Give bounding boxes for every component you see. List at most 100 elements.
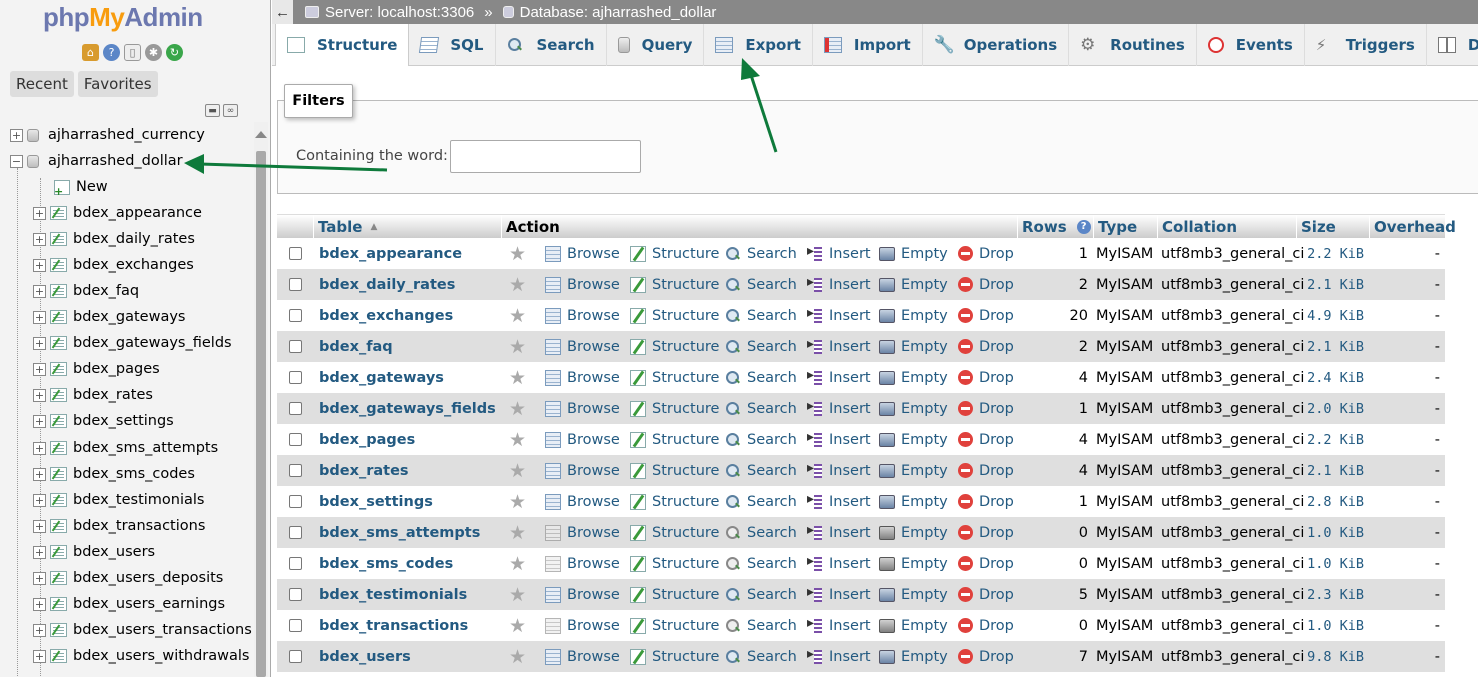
table-size[interactable]: 1.0 KiB [1296,610,1364,641]
search-action[interactable]: Search [725,424,797,455]
tree-table-item[interactable]: + bdex_users [33,539,155,565]
collapse-all-icon[interactable]: ▬ [205,104,220,117]
table-size[interactable]: 2.2 KiB [1296,424,1364,455]
tree-table-label[interactable]: bdex_settings [73,413,174,429]
tree-table-item[interactable]: + bdex_pages [33,356,160,382]
tree-table-item[interactable]: + bdex_sms_attempts [33,435,218,461]
insert-action[interactable]: Insert [807,393,871,424]
structure-action[interactable]: Structure [630,455,719,486]
table-name-link[interactable]: bdex_settings [319,486,433,517]
recent-button[interactable]: Recent [10,71,74,97]
drop-action[interactable]: Drop [958,393,1014,424]
table-name-link[interactable]: bdex_exchanges [319,300,453,331]
table-size[interactable]: 1.0 KiB [1296,517,1364,548]
expand-icon[interactable]: + [33,467,46,481]
breadcrumb-server[interactable]: Server: localhost:3306 [325,4,474,21]
tab-import[interactable]: Import [813,24,923,66]
row-checkbox[interactable] [289,464,302,477]
row-checkbox[interactable] [289,433,302,446]
favorites-button[interactable]: Favorites [77,71,158,97]
tab-structure[interactable]: Structure [275,24,410,66]
gear-icon[interactable]: ✱ [145,44,162,61]
browse-action[interactable]: Browse [545,610,620,641]
tree-table-item[interactable]: + bdex_users_transactions [33,617,252,643]
drop-action[interactable]: Drop [958,362,1014,393]
structure-action[interactable]: Structure [630,610,719,641]
expand-icon[interactable]: + [10,128,23,142]
tree-table-item[interactable]: + bdex_daily_rates [33,226,195,252]
header-type[interactable]: Type [1093,215,1157,239]
structure-action[interactable]: Structure [630,486,719,517]
table-row[interactable]: bdex_rates ★ Browse Structure Search Insert Em… [277,455,1445,486]
table-name-link[interactable]: bdex_gateways_fields [319,393,496,424]
browse-action[interactable]: Browse [545,579,620,610]
tree-table-item[interactable]: + bdex_gateways [33,304,185,330]
tab-query[interactable]: Query [607,24,705,66]
row-checkbox[interactable] [289,309,302,322]
drop-action[interactable]: Drop [958,548,1014,579]
empty-action[interactable]: Empty [879,424,948,455]
favorite-star-icon[interactable]: ★ [509,641,533,672]
row-checkbox[interactable] [289,526,302,539]
tree-table-label[interactable]: bdex_sms_codes [73,466,195,482]
empty-action[interactable]: Empty [879,331,948,362]
structure-action[interactable]: Structure [630,238,719,269]
info-icon[interactable]: ? [103,44,120,61]
expand-icon[interactable]: + [33,310,46,324]
row-checkbox[interactable] [289,278,302,291]
table-row[interactable]: bdex_gateways ★ Browse Structure Search Inser… [277,362,1445,393]
search-action[interactable]: Search [725,331,797,362]
empty-action[interactable]: Empty [879,300,948,331]
tree-table-label[interactable]: bdex_users_withdrawals [73,648,249,664]
empty-action[interactable]: Empty [879,610,948,641]
tab-routines[interactable]: ⚙ Routines [1069,24,1197,66]
favorite-star-icon[interactable]: ★ [509,455,533,486]
browse-action[interactable]: Browse [545,238,620,269]
structure-action[interactable]: Structure [630,424,719,455]
tree-table-item[interactable]: + bdex_appearance [33,200,202,226]
structure-action[interactable]: Structure [630,393,719,424]
expand-icon[interactable]: + [33,336,46,350]
favorite-star-icon[interactable]: ★ [509,517,533,548]
scroll-up-arrow-icon[interactable] [255,131,267,138]
drop-action[interactable]: Drop [958,424,1014,455]
tree-table-label[interactable]: bdex_users_earnings [73,596,225,612]
row-checkbox[interactable] [289,402,302,415]
table-row[interactable]: bdex_settings ★ Browse Structure Search Inser… [277,486,1445,517]
drop-action[interactable]: Drop [958,300,1014,331]
insert-action[interactable]: Insert [807,517,871,548]
empty-action[interactable]: Empty [879,238,948,269]
tree-table-label[interactable]: bdex_exchanges [73,257,194,273]
header-table[interactable]: Table ▲ [313,215,501,239]
favorite-star-icon[interactable]: ★ [509,393,533,424]
table-size[interactable]: 2.0 KiB [1296,393,1364,424]
tree-table-label[interactable]: bdex_faq [73,283,139,299]
row-checkbox[interactable] [289,650,302,663]
tree-db-label[interactable]: ajharrashed_currency [48,127,205,143]
insert-action[interactable]: Insert [807,641,871,672]
insert-action[interactable]: Insert [807,455,871,486]
structure-action[interactable]: Structure [630,517,719,548]
insert-action[interactable]: Insert [807,424,871,455]
expand-icon[interactable]: + [33,519,46,533]
table-name-link[interactable]: bdex_daily_rates [319,269,455,300]
row-checkbox[interactable] [289,340,302,353]
expand-icon[interactable]: + [33,545,46,559]
table-name-link[interactable]: bdex_users [319,641,411,672]
search-action[interactable]: Search [725,548,797,579]
expand-icon[interactable]: + [33,623,46,637]
search-action[interactable]: Search [725,610,797,641]
table-name-link[interactable]: bdex_faq [319,331,393,362]
tree-db-item[interactable]: + ajharrashed_currency [10,122,205,148]
header-collation[interactable]: Collation [1157,215,1296,239]
table-size[interactable]: 2.4 KiB [1296,362,1364,393]
favorite-star-icon[interactable]: ★ [509,300,533,331]
table-size[interactable]: 2.8 KiB [1296,486,1364,517]
tree-table-label[interactable]: bdex_appearance [73,205,202,221]
favorite-star-icon[interactable]: ★ [509,238,533,269]
browse-action[interactable]: Browse [545,300,620,331]
table-row[interactable]: bdex_users ★ Browse Structure Search Insert Em… [277,641,1445,672]
tree-table-label[interactable]: bdex_daily_rates [73,231,195,247]
table-size[interactable]: 2.1 KiB [1296,455,1364,486]
expand-icon[interactable]: + [33,597,46,611]
